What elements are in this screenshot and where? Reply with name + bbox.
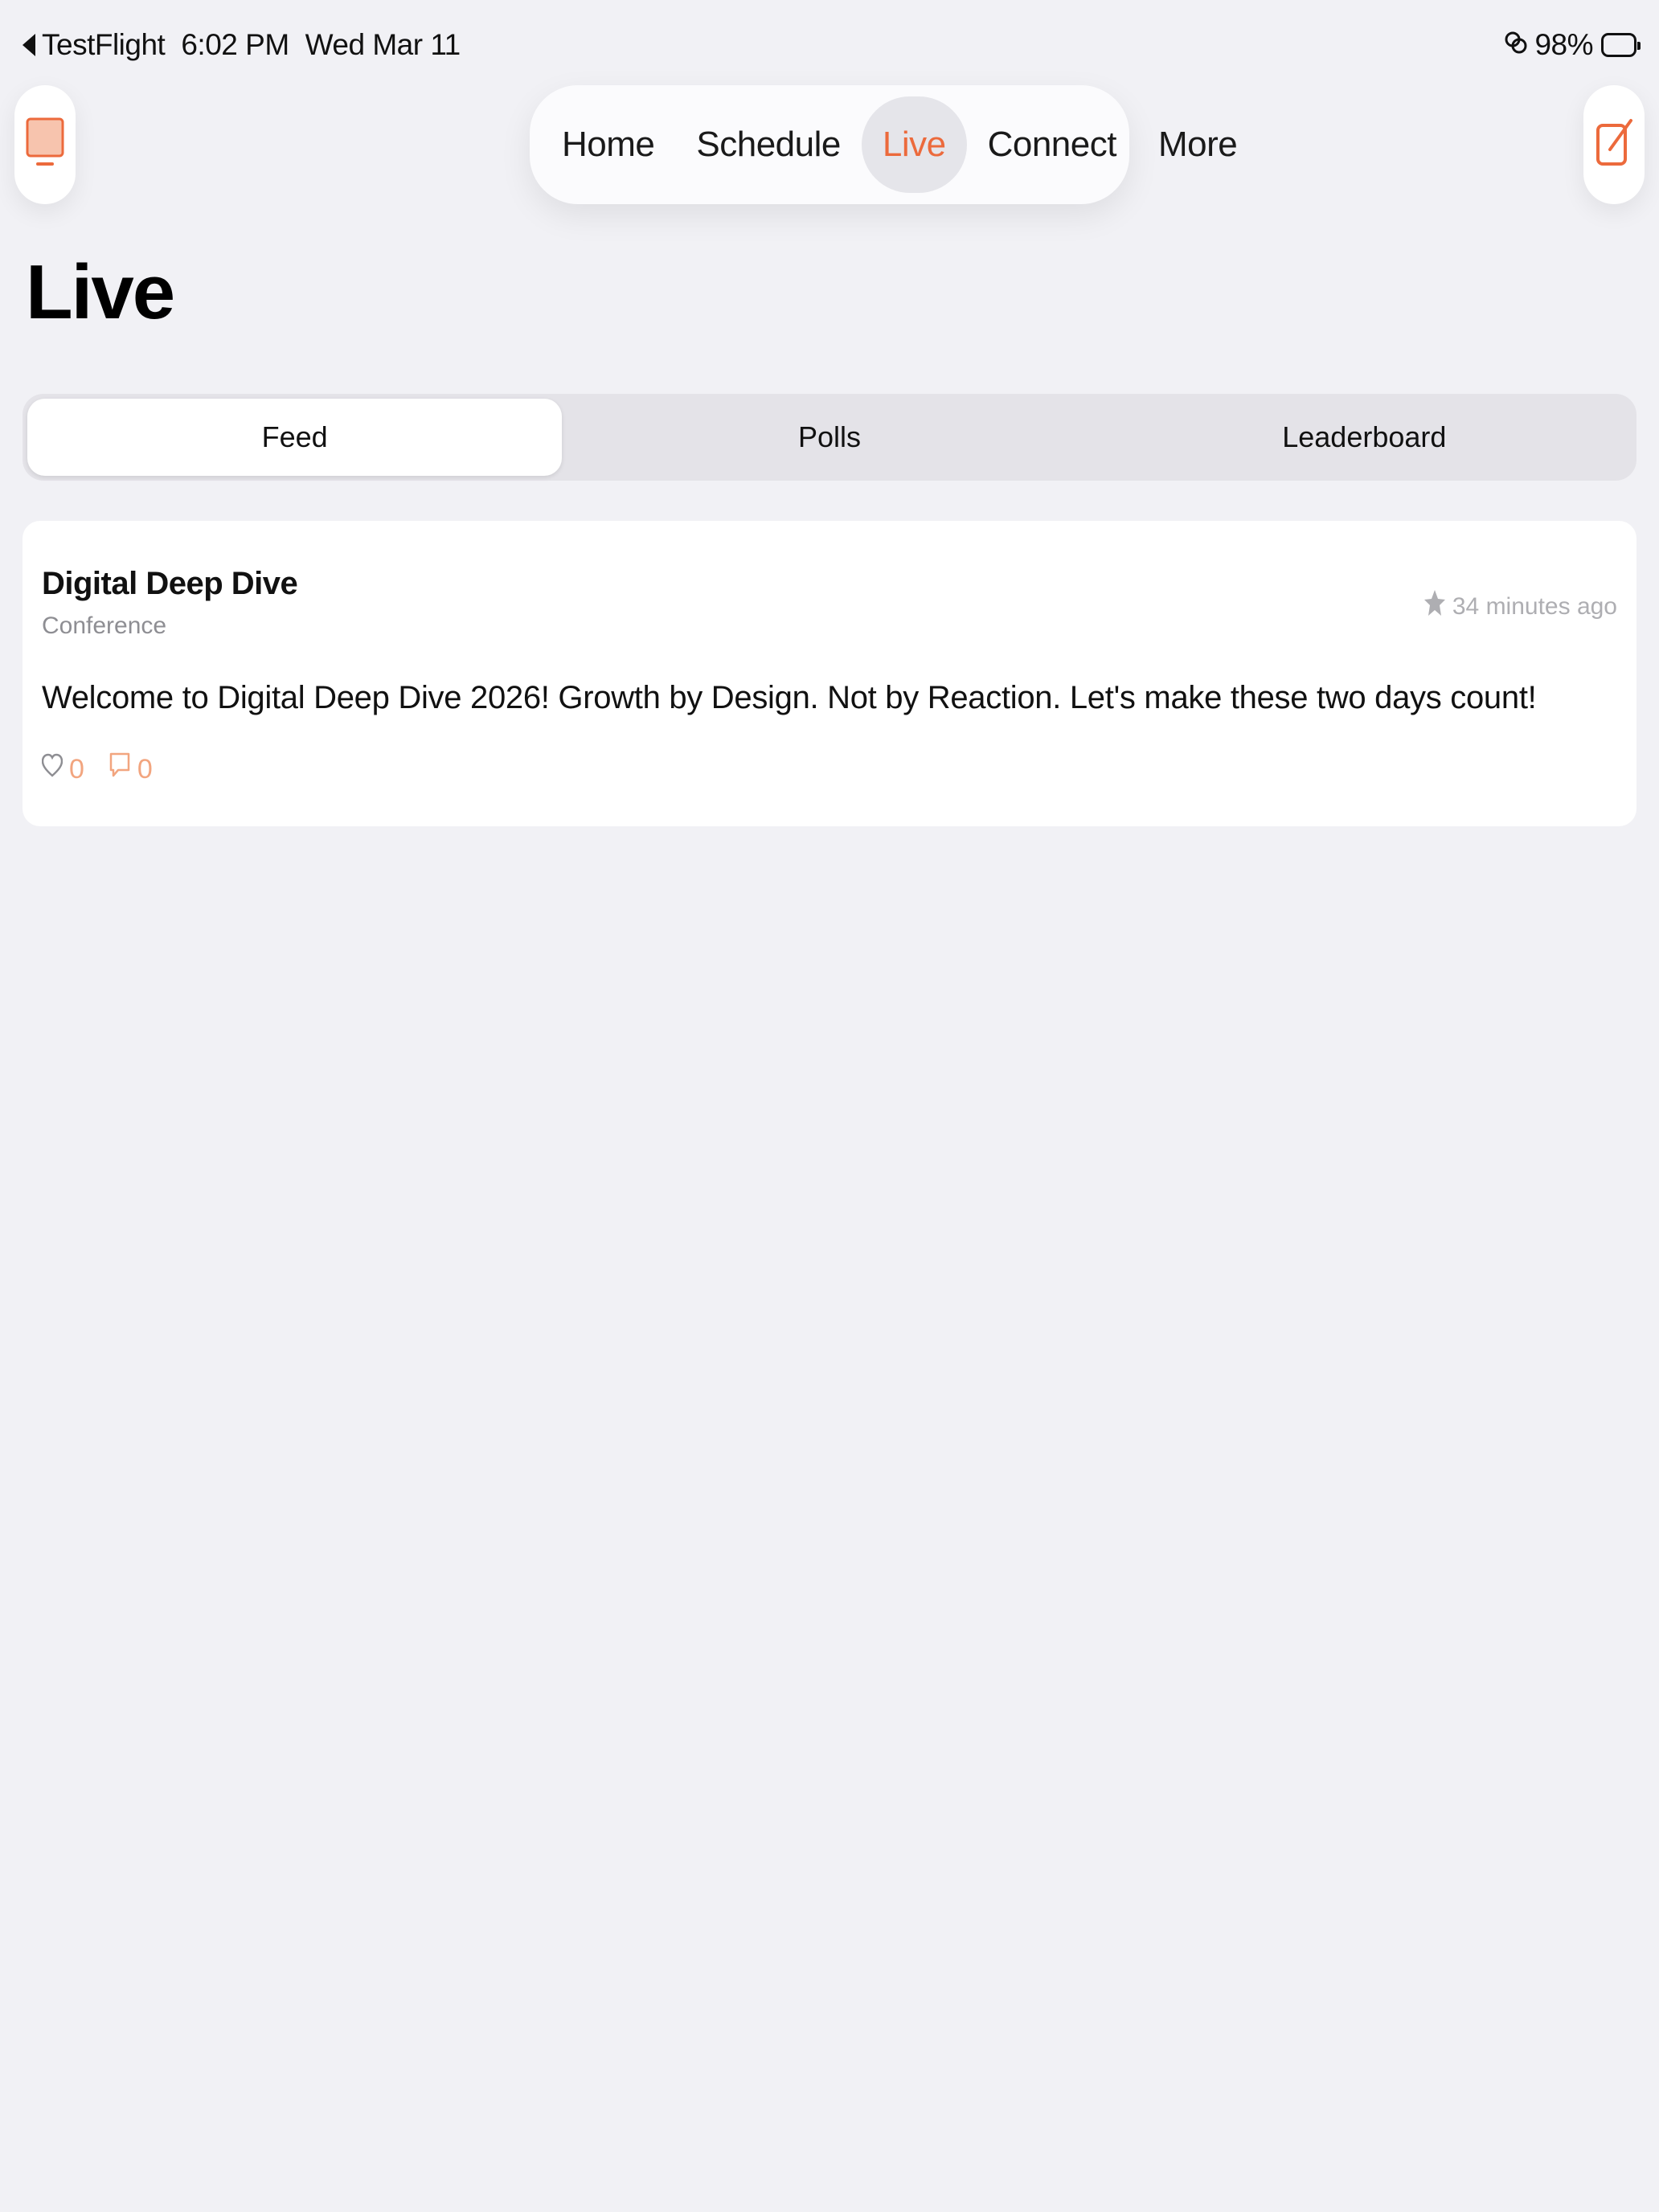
back-to-app-button[interactable]: TestFlight xyxy=(23,28,166,62)
post-actions: 0 0 xyxy=(41,751,177,789)
tab-schedule[interactable]: Schedule xyxy=(675,96,861,193)
tab-home[interactable]: Home xyxy=(541,96,675,193)
post-time-label: 34 minutes ago xyxy=(1452,593,1617,620)
post-timestamp: 34 minutes ago xyxy=(1423,588,1617,625)
segment-feed[interactable]: Feed xyxy=(27,399,563,476)
like-count: 0 xyxy=(69,754,84,784)
compose-icon xyxy=(1594,114,1634,176)
segment-leaderboard[interactable]: Leaderboard xyxy=(1097,399,1632,476)
tab-live[interactable]: Live xyxy=(861,96,967,193)
main-tab-bar: Home Schedule Live Connect More xyxy=(530,85,1238,204)
post-body: Welcome to Digital Deep Dive 2026! Growt… xyxy=(42,680,1537,715)
live-segmented-control: Feed Polls Leaderboard xyxy=(23,394,1636,481)
battery-icon xyxy=(1601,33,1641,57)
post-author[interactable]: Digital Deep Dive xyxy=(42,566,298,602)
heart-icon xyxy=(41,752,69,788)
status-date: Wed Mar 11 xyxy=(305,28,461,61)
compose-button[interactable] xyxy=(1583,85,1645,204)
tab-connect[interactable]: Connect xyxy=(967,96,1137,193)
status-right: 98% xyxy=(1504,28,1641,62)
link-icon xyxy=(1504,28,1528,62)
comment-icon xyxy=(109,751,137,789)
feed-post-card[interactable]: Digital Deep Dive Conference 34 minutes … xyxy=(23,521,1636,826)
comment-button[interactable]: 0 xyxy=(109,751,153,789)
page-title: Live xyxy=(26,249,175,335)
tv-button[interactable] xyxy=(14,85,76,204)
status-time: 6:02 PM xyxy=(181,28,289,61)
like-button[interactable]: 0 xyxy=(41,752,84,788)
post-author-role: Conference xyxy=(42,612,167,639)
status-bar: TestFlight 6:02 PM Wed Mar 11 98% xyxy=(23,23,1641,68)
status-left: TestFlight 6:02 PM Wed Mar 11 xyxy=(23,28,461,62)
back-arrow-icon xyxy=(23,34,35,56)
segment-polls[interactable]: Polls xyxy=(562,399,1096,476)
pin-icon xyxy=(1423,588,1446,625)
tab-more[interactable]: More xyxy=(1137,96,1258,193)
battery-percent: 98% xyxy=(1534,28,1593,61)
comment-count: 0 xyxy=(137,754,153,784)
tv-icon xyxy=(25,114,65,176)
back-app-label: TestFlight xyxy=(42,28,166,61)
